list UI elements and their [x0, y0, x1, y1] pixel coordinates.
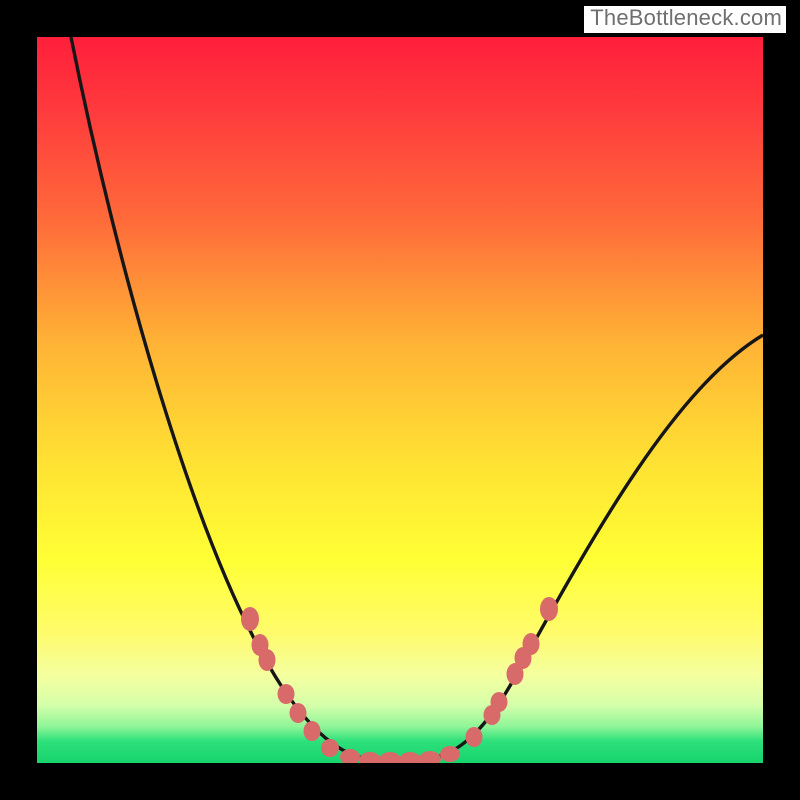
bottleneck-curve-path [71, 37, 763, 760]
chart-frame: TheBottleneck.com [0, 0, 800, 800]
curve-marker-group-right [466, 597, 559, 747]
attribution-text: TheBottleneck.com [584, 6, 786, 33]
curve-marker-group-bottom [340, 746, 460, 763]
bottleneck-curve [37, 37, 763, 763]
curve-marker-group-left [241, 607, 339, 757]
